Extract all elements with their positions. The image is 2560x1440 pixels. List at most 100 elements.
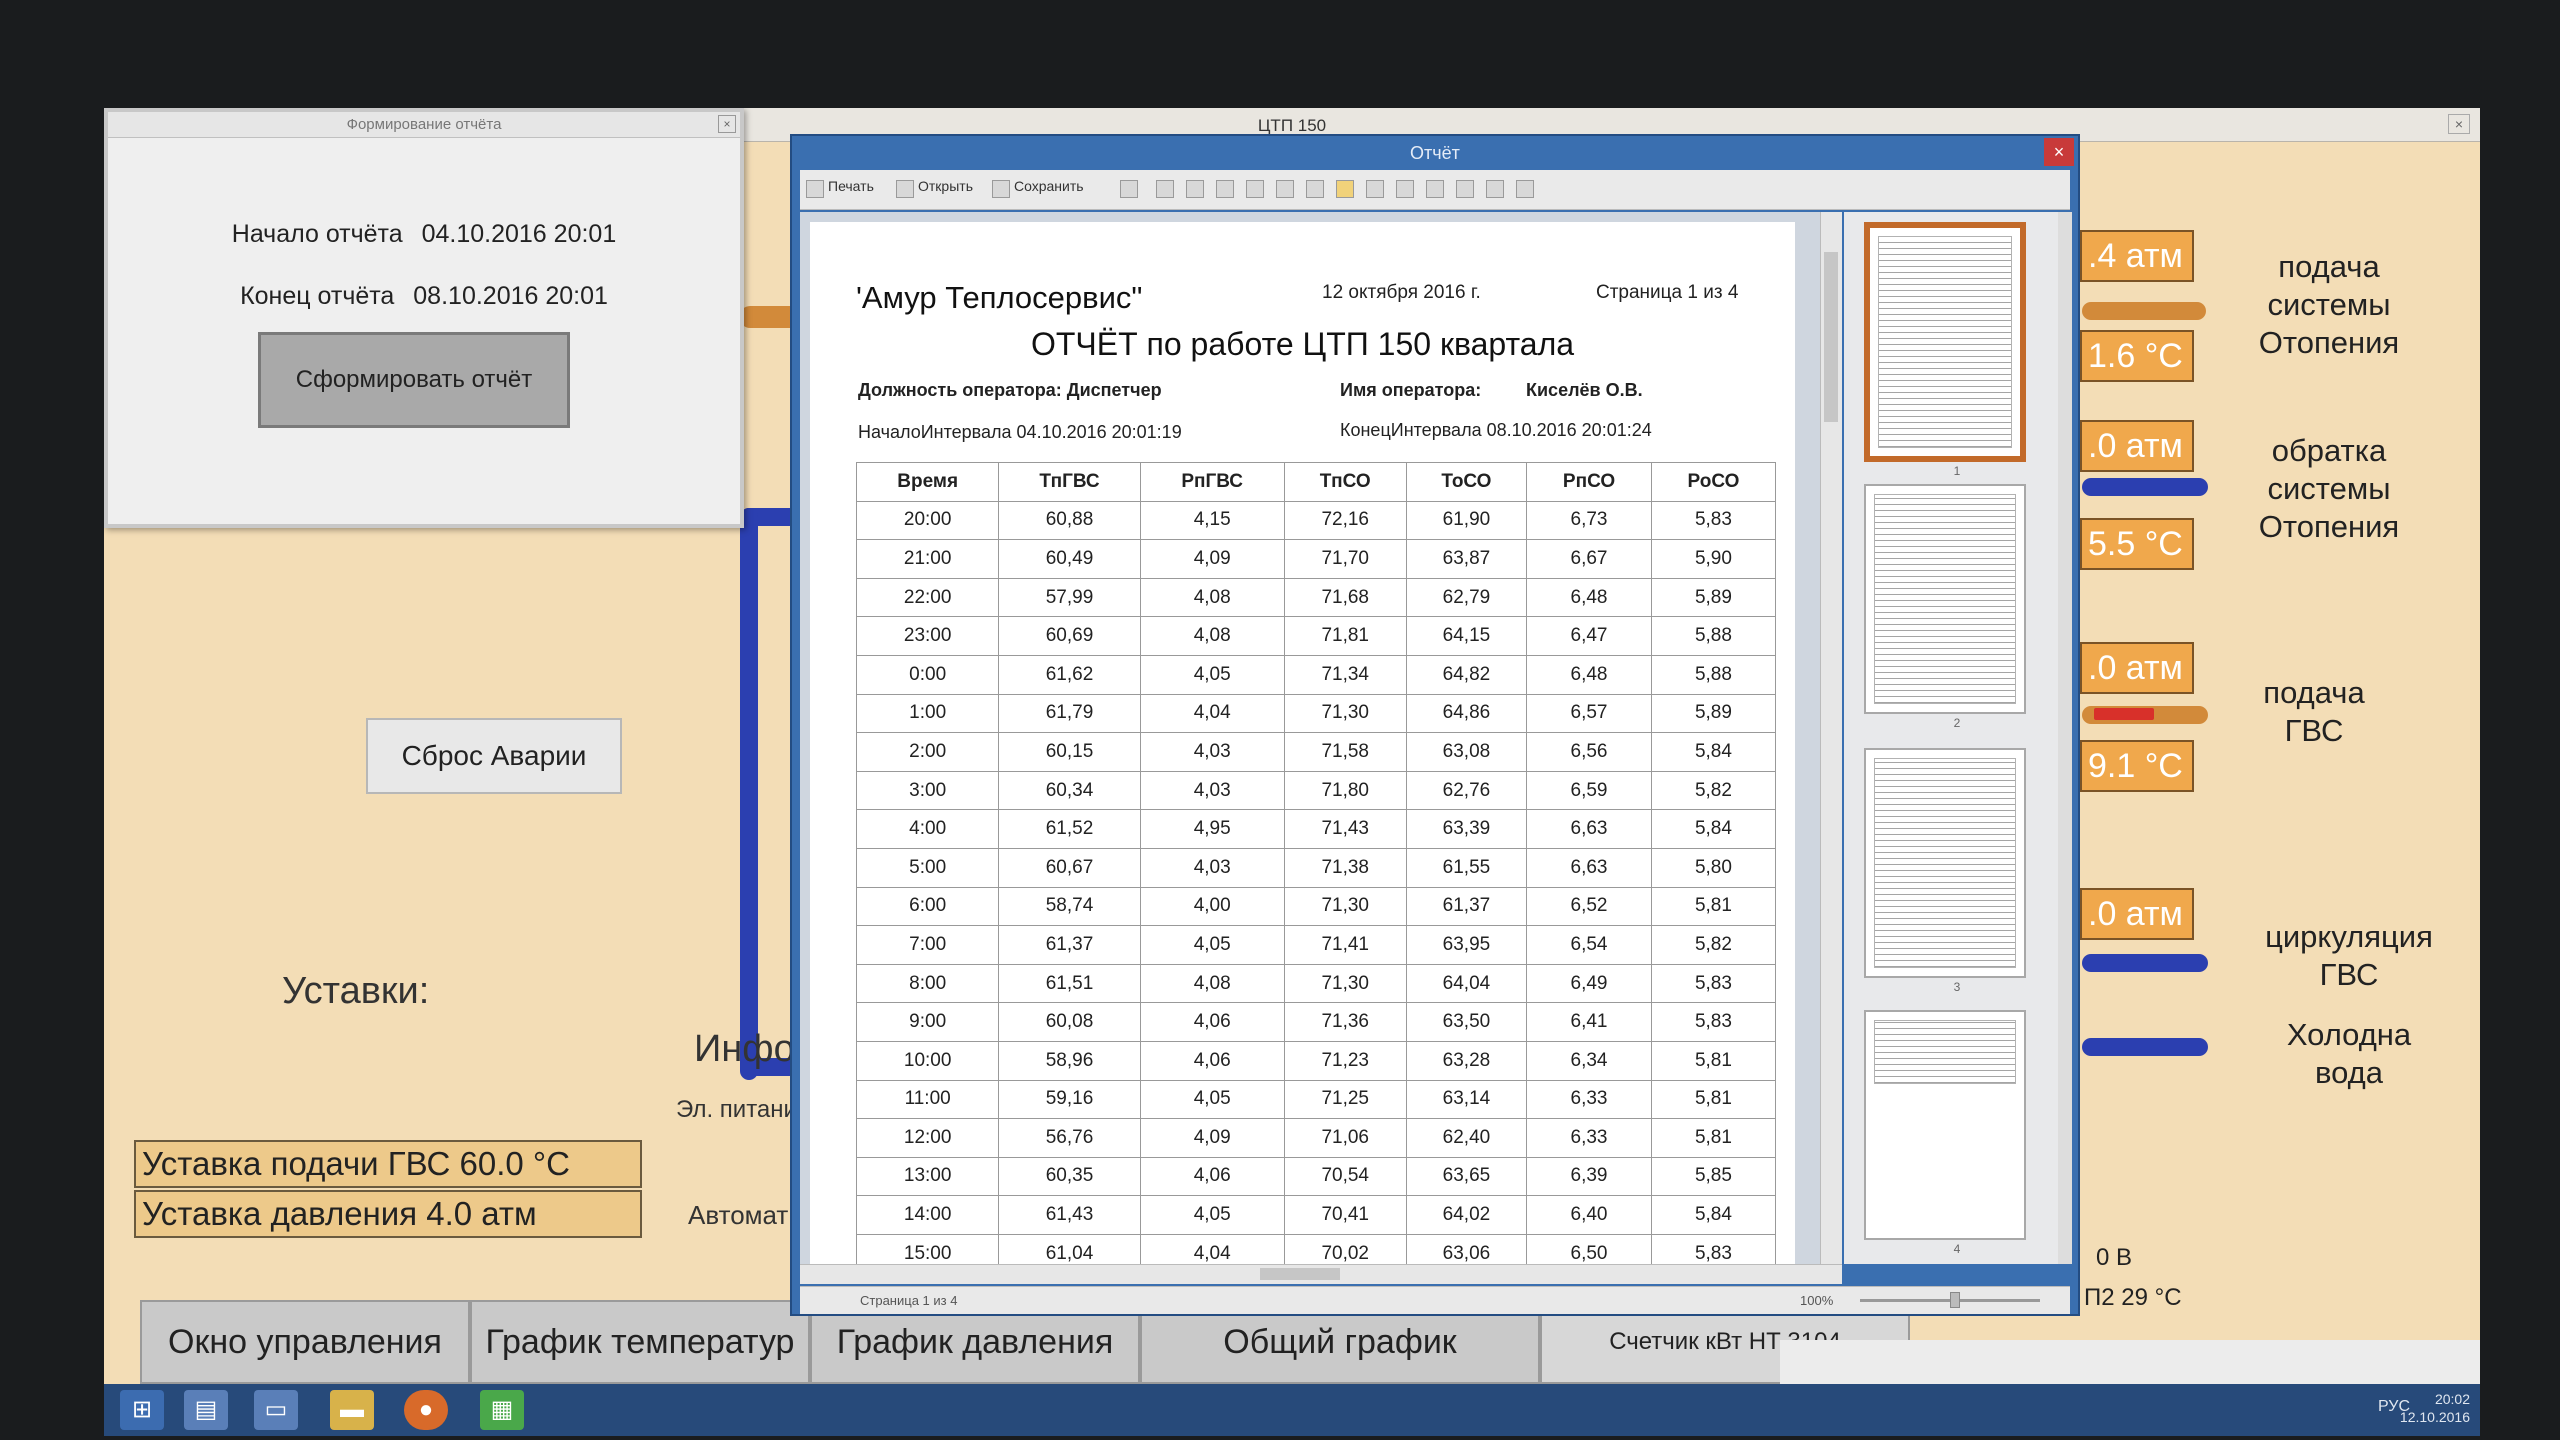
open-button[interactable]: Открыть [918, 178, 973, 194]
value-cell: 4,08 [1139, 616, 1285, 656]
save-button[interactable]: Сохранить [1014, 178, 1084, 194]
voltage-readout: 0 В [2096, 1244, 2133, 1271]
value-cell: 5,88 [1650, 616, 1777, 656]
zoom-slider-handle[interactable] [1950, 1292, 1960, 1308]
value-cell: 64,04 [1405, 963, 1528, 1004]
value-cell: 4,06 [1139, 1040, 1285, 1081]
close-icon[interactable]: × [2448, 114, 2470, 134]
reset-alarm-button[interactable]: Сброс Аварии [366, 718, 622, 794]
find-icon[interactable] [1186, 180, 1204, 198]
tab-temperature-chart[interactable]: График температур [470, 1300, 810, 1384]
page-thumbnail[interactable] [1864, 222, 2026, 462]
generate-report-button[interactable]: Сформировать отчёт [258, 332, 570, 428]
value-cell: 56,76 [998, 1118, 1141, 1158]
value-cell: 4,95 [1139, 809, 1285, 849]
report-form-dialog: Формирование отчёта × Начало отчёта 04.1… [104, 108, 744, 528]
server-icon[interactable]: ▤ [184, 1390, 228, 1430]
page-thumbnail[interactable] [1864, 748, 2026, 978]
scroll-thumb[interactable] [1260, 1268, 1340, 1280]
time-cell: 3:00 [855, 770, 1000, 811]
value-cell: 4,05 [1139, 1195, 1285, 1235]
report-window-title: Отчёт [1410, 143, 1460, 163]
value-cell: 6,48 [1526, 654, 1652, 695]
gauge-dhw-circulation-pressure: .0 атм [2080, 888, 2194, 940]
value-cell: 4,03 [1139, 770, 1285, 811]
value-cell: 6,54 [1526, 925, 1652, 965]
close-preview-icon[interactable] [1516, 180, 1534, 198]
value-cell: 5,85 [1650, 1156, 1777, 1197]
page-thumbnail[interactable] [1864, 484, 2026, 714]
value-cell: 60,88 [998, 500, 1141, 541]
value-cell: 63,87 [1405, 539, 1528, 579]
watermark-icon[interactable] [1306, 180, 1324, 198]
print-button[interactable]: Печать [828, 178, 874, 194]
report-start-value[interactable]: 04.10.2016 20:01 [422, 220, 617, 248]
value-cell: 6,47 [1526, 616, 1652, 656]
clock-date: 12.10.2016 [2399, 1409, 2470, 1425]
layout-icon[interactable] [1486, 180, 1504, 198]
preview-vertical-scrollbar[interactable] [1820, 212, 1842, 1264]
terminal-icon[interactable]: ▭ [254, 1390, 298, 1430]
margins-icon[interactable] [1276, 180, 1294, 198]
value-cell: 4,05 [1139, 925, 1285, 965]
firefox-icon[interactable]: ● [404, 1390, 448, 1430]
report-table: Время ТпГВС РпГВС ТпСО ТоСО РпСО РоСО 20… [855, 462, 1777, 1264]
page-thumbnail[interactable] [1864, 1010, 2026, 1240]
thumbnails-icon[interactable] [1336, 180, 1354, 198]
report-end-row: Конец отчёта 08.10.2016 20:01 [108, 282, 740, 311]
time-cell: 10:00 [855, 1040, 1000, 1081]
folder-icon[interactable]: ▬ [330, 1390, 374, 1430]
table-row: 22:00 57,99 4,08 71,68 62,79 6,48 5,89 [855, 577, 1777, 618]
gauge-heating-return-pressure: .0 атм [2080, 420, 2194, 472]
start-icon[interactable]: ⊞ [120, 1390, 164, 1430]
value-cell: 70,02 [1283, 1233, 1407, 1264]
operator-role: Должность оператора: Диспетчер [858, 380, 1162, 400]
status-page: Страница 1 из 4 [860, 1293, 958, 1308]
report-start-row: Начало отчёта 04.10.2016 20:01 [108, 220, 740, 249]
value-cell: 63,95 [1405, 925, 1528, 965]
value-cell: 6,40 [1526, 1195, 1652, 1235]
export-icon[interactable] [1120, 180, 1138, 198]
edit-icon[interactable] [1216, 180, 1234, 198]
search-icon[interactable] [1366, 180, 1384, 198]
value-cell: 71,80 [1283, 770, 1407, 811]
printer-icon[interactable] [806, 180, 824, 198]
table-row: 15:00 61,04 4,04 70,02 63,06 6,50 5,83 [855, 1233, 1777, 1264]
page-setup-icon[interactable] [1246, 180, 1264, 198]
table-row: 23:00 60,69 4,08 71,81 64,15 6,47 5,88 [855, 616, 1777, 656]
single-page-icon[interactable] [1396, 180, 1414, 198]
value-cell: 6,48 [1526, 577, 1652, 618]
close-icon[interactable]: × [718, 115, 736, 133]
value-cell: 6,59 [1526, 770, 1652, 811]
tab-control-window[interactable]: Окно управления [140, 1300, 470, 1384]
column-header: ТпГВС [998, 462, 1141, 502]
setpoint-pressure[interactable]: Уставка давления 4.0 атм [134, 1190, 642, 1238]
folder-open-icon[interactable] [896, 180, 914, 198]
thumbnail-scrollbar[interactable] [2058, 212, 2072, 1264]
gauge-dhw-supply-temp: 9.1 °C [2080, 740, 2194, 792]
setpoint-dhw-supply[interactable]: Уставка подачи ГВС 60.0 °C [134, 1140, 642, 1188]
time-cell: 4:00 [855, 809, 1000, 849]
report-titlebar: Отчёт × [792, 136, 2078, 170]
two-page-icon[interactable] [1426, 180, 1444, 198]
multi-page-icon[interactable] [1456, 180, 1474, 198]
value-cell: 71,30 [1283, 886, 1407, 927]
clock[interactable]: 20:02 12.10.2016 [2400, 1390, 2470, 1426]
value-cell: 5,81 [1650, 1118, 1777, 1158]
value-cell: 71,41 [1283, 925, 1407, 965]
interval-start: НачалоИнтервала 04.10.2016 20:01:19 [858, 422, 1182, 442]
scada-app-icon[interactable]: ▦ [480, 1390, 524, 1430]
value-cell: 4,08 [1139, 963, 1285, 1004]
report-end-value[interactable]: 08.10.2016 20:01 [413, 282, 608, 310]
copy-icon[interactable] [1156, 180, 1174, 198]
value-cell: 71,58 [1283, 732, 1407, 772]
scroll-thumb[interactable] [1824, 252, 1838, 422]
table-row: 8:00 61,51 4,08 71,30 64,04 6,49 5,83 [855, 963, 1777, 1004]
value-cell: 57,99 [998, 577, 1141, 618]
save-icon[interactable] [992, 180, 1010, 198]
preview-horizontal-scrollbar[interactable] [800, 1264, 1842, 1284]
close-icon[interactable]: × [2044, 138, 2074, 166]
flow-arrow-icon [2094, 708, 2154, 720]
report-preview[interactable]: 'Амур Теплосервис" 12 октября 2016 г. Ст… [800, 212, 1820, 1264]
value-cell: 5,83 [1650, 1233, 1777, 1264]
